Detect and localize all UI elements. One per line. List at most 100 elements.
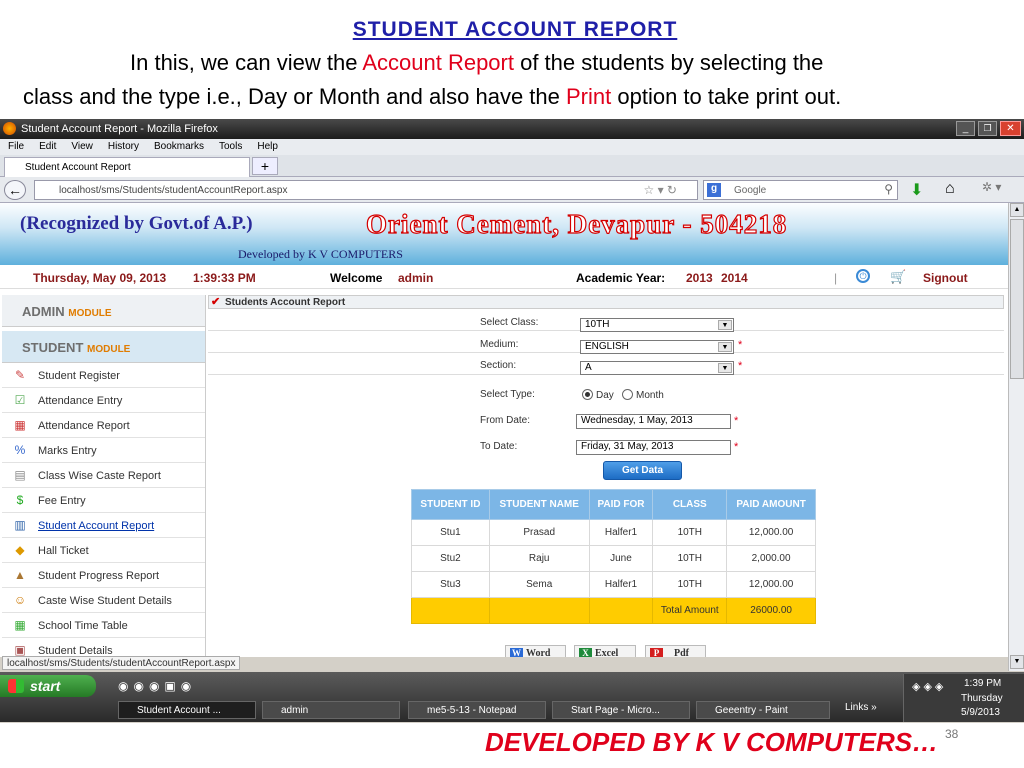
sidebar-item-class-wise-caste-report[interactable]: ▤ Class Wise Caste Report — [2, 463, 205, 488]
back-arrow-icon[interactable]: ← — [4, 180, 26, 200]
developer-credit: Developed by K V COMPUTERS — [238, 247, 403, 261]
table-cell — [488, 597, 590, 624]
day-radio[interactable] — [582, 389, 593, 400]
power-icon[interactable]: ⏻ — [856, 269, 870, 283]
taskbar-button-label: admin — [281, 705, 309, 716]
browser-window: Student Account Report - Mozilla Firefox… — [0, 119, 1024, 723]
column-header: PAID AMOUNT — [726, 489, 816, 520]
new-tab-button[interactable]: + — [252, 157, 278, 175]
taskbar-button[interactable]: admin — [262, 701, 400, 719]
clock-time: 1:39 PM — [964, 678, 1002, 689]
table-cell: 2,000.00 — [726, 545, 816, 572]
sidebar-item-attendance-entry[interactable]: ☑ Attendance Entry — [2, 388, 205, 413]
report-icon: ▥ — [14, 518, 26, 532]
export-word-button[interactable]: W Word — [505, 645, 566, 657]
search-box[interactable]: g Google ⚲ — [703, 180, 898, 200]
section-select[interactable]: A ▼ — [580, 361, 734, 375]
system-tray: ◈◈◈ 1:39 PM Thursday 5/9/2013 — [903, 674, 1024, 722]
taskbar-button[interactable]: me5-5-13 - Notepad — [408, 701, 546, 719]
menu-item-history[interactable]: History — [108, 141, 139, 152]
sidebar-item-student-progress-report[interactable]: ▲ Student Progress Report — [2, 563, 205, 588]
sidebar-item-marks-entry[interactable]: % Marks Entry — [2, 438, 205, 463]
slide-description-line-2: class and the type i.e., Day or Month an… — [23, 84, 841, 110]
restore-button[interactable]: ❐ — [978, 121, 997, 136]
scroll-down-icon[interactable]: ▼ — [1010, 655, 1024, 669]
tab-student-account-report[interactable]: Student Account Report — [4, 157, 250, 177]
search-icon[interactable]: ⚲ — [884, 182, 893, 196]
session-info-bar: Thursday, May 09, 2013 1:39:33 PM Welcom… — [0, 267, 1008, 289]
window-titlebar: Student Account Report - Mozilla Firefox… — [0, 119, 1024, 139]
scroll-up-icon[interactable]: ▲ — [1010, 203, 1024, 217]
pdf-label: Pdf — [674, 648, 689, 657]
export-excel-button[interactable]: X Excel — [574, 645, 636, 657]
download-icon[interactable]: ⬇ — [910, 180, 923, 200]
table-cell: Stu1 — [411, 519, 490, 546]
menu-item-edit[interactable]: Edit — [39, 141, 56, 152]
column-header: CLASS — [652, 489, 728, 520]
menu-item-help[interactable]: Help — [257, 141, 278, 152]
addon-icon[interactable]: ✲ ▾ — [982, 180, 1001, 194]
to-date-input[interactable]: Friday, 31 May, 2013 — [576, 440, 731, 455]
separator: | — [834, 271, 838, 285]
signout-link[interactable]: Signout — [923, 271, 968, 285]
sidebar-item-hall-ticket[interactable]: ◆ Hall Ticket — [2, 538, 205, 563]
radio-dot — [585, 392, 590, 397]
from-date-input[interactable]: Wednesday, 1 May, 2013 — [576, 414, 731, 429]
column-header: STUDENT NAME — [488, 489, 590, 520]
scrollbar-thumb[interactable] — [1010, 219, 1024, 379]
menu-item-file[interactable]: File — [8, 141, 24, 152]
taskbar-button-label: Student Account ... — [137, 705, 221, 716]
required-marker: * — [734, 415, 739, 427]
class-select[interactable]: 10TH ▼ — [580, 318, 734, 332]
sidebar-item-attendance-report[interactable]: ▦ Attendance Report — [2, 413, 205, 438]
tray-icons[interactable]: ◈◈◈ — [912, 680, 946, 693]
taskbar-button[interactable]: Geeentry - Paint — [696, 701, 830, 719]
required-marker: * — [738, 360, 743, 372]
student-module-header[interactable]: STUDENT MODULE — [2, 331, 205, 363]
sidebar-item-student-details[interactable]: ▣ Student Details — [2, 638, 205, 657]
site-banner: (Recognized by Govt.of A.P.) Orient Ceme… — [0, 203, 1008, 265]
close-button[interactable]: ✕ — [1000, 121, 1021, 136]
column-header: STUDENT ID — [411, 489, 490, 520]
url-bar[interactable]: localhost/sms/Students/studentAccountRep… — [34, 180, 698, 200]
table-cell: Stu3 — [411, 571, 490, 598]
home-icon[interactable]: ⌂ — [945, 180, 955, 198]
sidebar-item-student-register[interactable]: ✎ Student Register — [2, 363, 205, 388]
chevron-down-icon: ▼ — [718, 342, 732, 352]
admin-module-header[interactable]: ADMIN MODULE — [2, 295, 205, 327]
bookmark-star-icon[interactable]: ☆ ▾ ↻ — [643, 183, 677, 197]
checkmark-icon: ✔ — [211, 296, 221, 308]
people-icon: ☺ — [13, 593, 27, 607]
sidebar-item-caste-wise-student-details[interactable]: ☺ Caste Wise Student Details — [2, 588, 205, 613]
minimize-button[interactable]: _ — [956, 121, 975, 136]
status-url-tooltip: localhost/sms/Students/studentAccountRep… — [2, 656, 241, 670]
sidebar-item-school-time-table[interactable]: ▦ School Time Table — [2, 613, 205, 638]
table-row: Stu1 Prasad Halfer1 10TH 12,000.00 — [411, 519, 816, 546]
taskbar-button[interactable]: Start Page - Micro... — [552, 701, 690, 719]
month-radio[interactable] — [622, 389, 633, 400]
clock-day: Thursday — [961, 693, 1003, 704]
welcome-label: Welcome — [330, 271, 383, 285]
export-pdf-button[interactable]: P Pdf — [645, 645, 706, 657]
quick-launch-icons[interactable]: ◉◉◉▣◉ — [118, 679, 196, 693]
panel-header: ✔ Students Account Report — [208, 295, 1004, 309]
medium-select[interactable]: ENGLISH ▼ — [580, 340, 734, 354]
slide-description-line-1: In this, we can view the Account Report … — [130, 50, 823, 76]
sidebar-item-label: Student Register — [38, 370, 120, 382]
sidebar-item-fee-entry[interactable]: $ Fee Entry — [2, 488, 205, 513]
month-label: Month — [636, 390, 664, 401]
report-panel: ✔ Students Account Report Select Class: … — [208, 295, 1006, 657]
start-button[interactable]: start — [0, 675, 96, 697]
sidebar-item-student-account-report[interactable]: ▥ Student Account Report — [2, 513, 205, 538]
taskbar-button[interactable]: Student Account ... — [118, 701, 256, 719]
menu-item-view[interactable]: View — [71, 141, 93, 152]
chevron-down-icon: ▼ — [718, 363, 732, 373]
vertical-scrollbar[interactable]: ▲ ▼ — [1008, 203, 1024, 671]
sidebar: ADMIN MODULE STUDENT MODULE ✎ Student Reg… — [2, 295, 206, 657]
table-cell: Halfer1 — [588, 519, 654, 546]
excel-icon: X — [579, 648, 592, 657]
menu-item-tools[interactable]: Tools — [219, 141, 242, 152]
get-data-button[interactable]: Get Data — [603, 461, 682, 480]
links-toolbar[interactable]: Links » — [845, 702, 877, 713]
menu-item-bookmarks[interactable]: Bookmarks — [154, 141, 204, 152]
